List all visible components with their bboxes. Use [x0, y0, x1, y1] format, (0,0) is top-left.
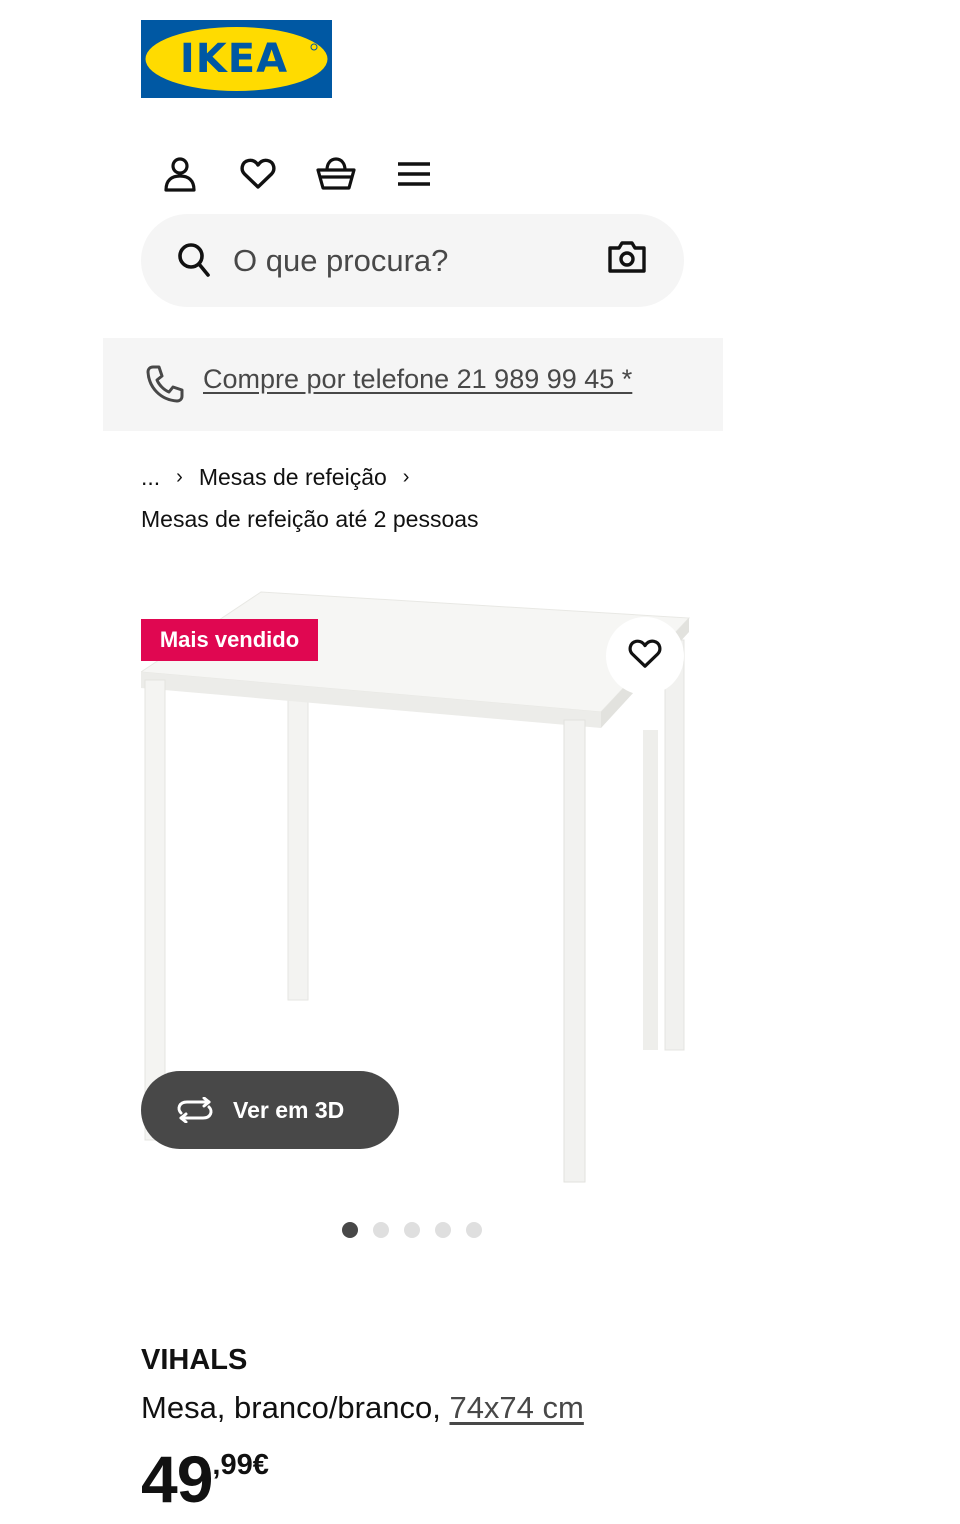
breadcrumb-ellipsis[interactable]: ...	[141, 456, 160, 498]
phone-order-banner: Compre por telefone 21 989 99 45 *	[103, 338, 723, 431]
menu-button[interactable]	[375, 152, 453, 200]
phone-icon	[145, 364, 185, 409]
chevron-right-icon: ›	[402, 466, 410, 488]
carousel-dot[interactable]	[466, 1222, 482, 1238]
profile-icon	[163, 156, 197, 197]
basket-button[interactable]	[297, 152, 375, 200]
ikea-logo[interactable]: IKEA	[141, 20, 332, 98]
price-integer: 49	[141, 1442, 213, 1516]
price-decimal: ,99€	[212, 1449, 269, 1481]
breadcrumb: ... › Mesas de refeição › Mesas de refei…	[141, 456, 741, 540]
view-in-3d-label: Ver em 3D	[233, 1096, 345, 1123]
heart-icon	[240, 158, 276, 195]
carousel-dot[interactable]	[435, 1222, 451, 1238]
search-icon[interactable]	[177, 242, 211, 283]
camera-icon[interactable]	[608, 240, 646, 279]
view-in-3d-button[interactable]: Ver em 3D	[141, 1071, 399, 1149]
favourites-button[interactable]	[219, 152, 297, 200]
profile-button[interactable]	[141, 152, 219, 200]
header-icons	[141, 152, 453, 200]
product-price: 49 ,99€	[141, 1444, 269, 1514]
phone-order-link[interactable]: Compre por telefone 21 989 99 45 *	[203, 364, 632, 395]
carousel-dot[interactable]	[404, 1222, 420, 1238]
image-carousel-dots	[342, 1222, 482, 1238]
product-description: Mesa, branco/branco, 74x74 cm	[141, 1390, 584, 1426]
carousel-dot[interactable]	[373, 1222, 389, 1238]
basket-icon	[316, 156, 356, 196]
bestseller-badge: Mais vendido	[141, 619, 318, 661]
add-to-favourites-button[interactable]	[606, 617, 684, 695]
chevron-right-icon: ›	[176, 466, 183, 488]
menu-icon	[398, 161, 430, 192]
logo-text: IKEA	[180, 36, 288, 82]
product-description-text: Mesa, branco/branco,	[141, 1390, 450, 1425]
carousel-dot[interactable]	[342, 1222, 358, 1238]
breadcrumb-item-category[interactable]: Mesas de refeição	[199, 456, 387, 498]
product-size-link[interactable]: 74x74 cm	[449, 1390, 583, 1425]
product-name: VIHALS	[141, 1344, 248, 1376]
breadcrumb-item-subcategory[interactable]: Mesas de refeição até 2 pessoas	[141, 498, 479, 540]
heart-icon	[628, 639, 662, 674]
search-input[interactable]	[233, 240, 593, 282]
search-bar	[141, 214, 684, 307]
rotate-3d-icon	[175, 1097, 215, 1123]
